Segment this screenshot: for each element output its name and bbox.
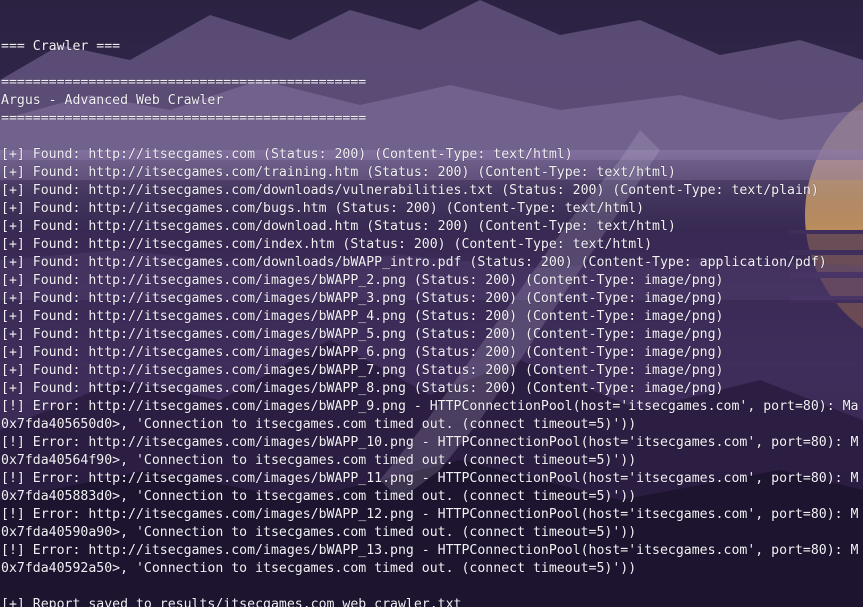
terminal-line: [+] Found: http://itsecgames.com/bugs.ht… (1, 201, 645, 216)
terminal-line: [!] Error: http://itsecgames.com/images/… (1, 507, 859, 522)
terminal-line: [+] Found: http://itsecgames.com/images/… (1, 309, 724, 324)
terminal-window[interactable]: === Crawler === =========================… (0, 0, 863, 607)
terminal-line: === Crawler === (1, 39, 121, 54)
terminal-line: 0x7fda40564f90>, 'Connection to itsecgam… (1, 453, 637, 468)
terminal-line: [+] Found: http://itsecgames.com/trainin… (1, 165, 676, 180)
terminal-line: [+] Found: http://itsecgames.com/images/… (1, 363, 724, 378)
terminal-line: 0x7fda40592a50>, 'Connection to itsecgam… (1, 561, 637, 576)
terminal-line: [!] Error: http://itsecgames.com/images/… (1, 471, 859, 486)
terminal-line: [+] Found: http://itsecgames.com/downloa… (1, 255, 827, 270)
terminal-line: [+] Found: http://itsecgames.com/images/… (1, 291, 724, 306)
terminal-line: 0x7fda40590a90>, 'Connection to itsecgam… (1, 525, 637, 540)
terminal-line: 0x7fda405650d0>, 'Connection to itsecgam… (1, 417, 637, 432)
terminal-line: [!] Error: http://itsecgames.com/images/… (1, 435, 859, 450)
terminal-line: [+] Found: http://itsecgames.com (Status… (1, 147, 573, 162)
terminal-output: === Crawler === =========================… (1, 20, 863, 607)
terminal-line: [+] Found: http://itsecgames.com/downloa… (1, 219, 676, 234)
terminal-line: [+] Report saved to results/itsecgames.c… (1, 597, 462, 607)
terminal-line: [!] Error: http://itsecgames.com/images/… (1, 399, 859, 414)
terminal-line: Argus - Advanced Web Crawler (1, 93, 224, 108)
terminal-line: ========================================… (1, 111, 367, 126)
terminal-line: [!] Error: http://itsecgames.com/images/… (1, 543, 859, 558)
terminal-line: [+] Found: http://itsecgames.com/images/… (1, 273, 724, 288)
terminal-line: [+] Found: http://itsecgames.com/index.h… (1, 237, 653, 252)
terminal-line: [+] Found: http://itsecgames.com/images/… (1, 327, 724, 342)
terminal-line: ========================================… (1, 75, 367, 90)
terminal-line: [+] Found: http://itsecgames.com/images/… (1, 345, 724, 360)
terminal-line: [+] Found: http://itsecgames.com/images/… (1, 381, 724, 396)
terminal-line: [+] Found: http://itsecgames.com/downloa… (1, 183, 819, 198)
terminal-line: 0x7fda405883d0>, 'Connection to itsecgam… (1, 489, 637, 504)
